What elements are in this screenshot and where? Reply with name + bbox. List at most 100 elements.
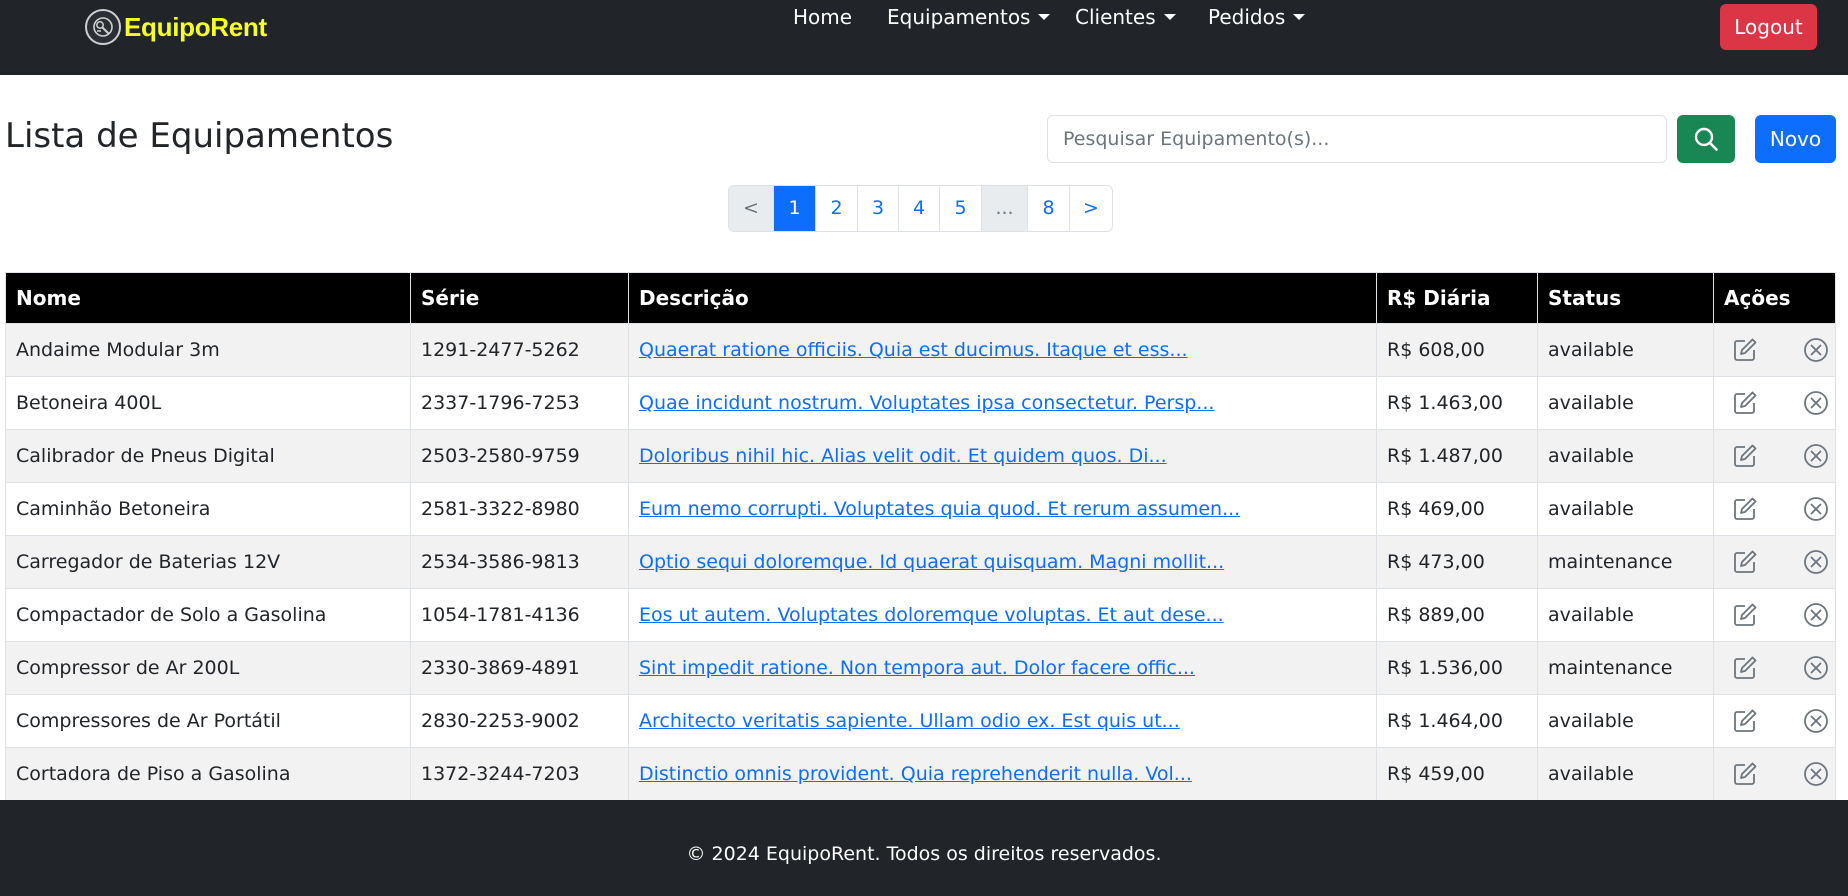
navbar: EquipoRent Home Equipamentos Clientes Pe… [0, 0, 1848, 75]
pagination-next[interactable]: > [1069, 186, 1112, 231]
cell-diaria: R$ 1.464,00 [1376, 694, 1538, 748]
edit-icon[interactable] [1730, 494, 1760, 524]
row-actions [1724, 388, 1828, 418]
edit-icon[interactable] [1730, 547, 1760, 577]
column-header-diaria[interactable]: R$ Diária [1376, 272, 1538, 324]
nav-item-clientes[interactable]: Clientes [1075, 0, 1176, 34]
cell-serie: 2830-2253-9002 [410, 694, 629, 748]
row-actions [1724, 600, 1828, 630]
search-button[interactable] [1677, 115, 1735, 163]
row-actions [1724, 706, 1828, 736]
cell-status: maintenance [1537, 641, 1714, 695]
delete-icon[interactable] [1801, 653, 1831, 683]
pagination-page-3[interactable]: 3 [857, 186, 898, 231]
column-header-descricao[interactable]: Descrição [628, 272, 1377, 324]
cell-nome: Caminhão Betoneira [5, 482, 411, 536]
description-link[interactable]: Distinctio omnis provident. Quia reprehe… [639, 763, 1192, 785]
cell-nome: Compressor de Ar 200L [5, 641, 411, 695]
delete-icon[interactable] [1801, 388, 1831, 418]
caret-down-icon [1293, 14, 1306, 20]
search-input[interactable] [1047, 115, 1667, 163]
footer: © 2024 EquipoRent. Todos os direitos res… [0, 800, 1848, 896]
description-link[interactable]: Architecto veritatis sapiente. Ullam odi… [639, 710, 1180, 732]
description-link[interactable]: Quae incidunt nostrum. Voluptates ipsa c… [639, 392, 1214, 414]
cell-descricao: Distinctio omnis provident. Quia reprehe… [628, 747, 1377, 801]
cell-descricao: Doloribus nihil hic. Alias velit odit. E… [628, 429, 1377, 483]
row-actions [1724, 653, 1828, 683]
pagination-page-4[interactable]: 4 [898, 186, 939, 231]
pagination: < 1 2 3 4 5 ... 8 > [728, 185, 1113, 232]
row-actions [1724, 335, 1828, 365]
cell-descricao: Eos ut autem. Voluptates doloremque volu… [628, 588, 1377, 642]
edit-icon[interactable] [1730, 388, 1760, 418]
cell-acoes [1713, 641, 1836, 695]
cell-descricao: Quae incidunt nostrum. Voluptates ipsa c… [628, 376, 1377, 430]
edit-icon[interactable] [1730, 653, 1760, 683]
description-link[interactable]: Quaerat ratione officiis. Quia est ducim… [639, 339, 1188, 361]
pagination-page-1[interactable]: 1 [773, 186, 815, 231]
delete-icon[interactable] [1801, 335, 1831, 365]
row-actions [1724, 547, 1828, 577]
description-link[interactable]: Eum nemo corrupti. Voluptates quia quod.… [639, 498, 1240, 520]
brand[interactable]: EquipoRent [85, 8, 267, 46]
cell-status: available [1537, 747, 1714, 801]
edit-icon[interactable] [1730, 441, 1760, 471]
nav-item-home[interactable]: Home [793, 0, 852, 34]
delete-icon[interactable] [1801, 547, 1831, 577]
pagination-prev[interactable]: < [729, 186, 773, 231]
cell-diaria: R$ 473,00 [1376, 535, 1538, 589]
description-link[interactable]: Sint impedit ratione. Non tempora aut. D… [639, 657, 1195, 679]
pagination-page-5[interactable]: 5 [939, 186, 981, 231]
nav-item-label: Pedidos [1208, 5, 1286, 29]
cell-serie: 2581-3322-8980 [410, 482, 629, 536]
cell-nome: Compactador de Solo a Gasolina [5, 588, 411, 642]
cell-descricao: Eum nemo corrupti. Voluptates quia quod.… [628, 482, 1377, 536]
table-row: Calibrador de Pneus Digital 2503-2580-975… [5, 429, 1836, 483]
edit-icon[interactable] [1730, 706, 1760, 736]
cell-serie: 2330-3869-4891 [410, 641, 629, 695]
delete-icon[interactable] [1801, 759, 1831, 789]
delete-icon[interactable] [1801, 600, 1831, 630]
edit-icon[interactable] [1730, 335, 1760, 365]
cell-acoes [1713, 482, 1836, 536]
caret-down-icon [1163, 14, 1176, 20]
table-row: Betoneira 400L 2337-1796-7253 Quae incidun… [5, 376, 1836, 430]
nav-item-pedidos[interactable]: Pedidos [1208, 0, 1306, 34]
cell-diaria: R$ 469,00 [1376, 482, 1538, 536]
pagination-page-8[interactable]: 8 [1027, 186, 1069, 231]
column-header-serie[interactable]: Série [410, 272, 629, 324]
table-row: Carregador de Baterias 12V 2534-3586-9813… [5, 535, 1836, 589]
cell-acoes [1713, 429, 1836, 483]
edit-icon[interactable] [1730, 759, 1760, 789]
description-link[interactable]: Eos ut autem. Voluptates doloremque volu… [639, 604, 1224, 626]
table-row: Compressor de Ar 200L 2330-3869-4891 Sint … [5, 641, 1836, 695]
column-header-nome[interactable]: Nome [5, 272, 411, 324]
description-link[interactable]: Optio sequi doloremque. Id quaerat quisq… [639, 551, 1224, 573]
delete-icon[interactable] [1801, 441, 1831, 471]
delete-icon[interactable] [1801, 706, 1831, 736]
cell-status: available [1537, 323, 1714, 377]
column-header-status[interactable]: Status [1537, 272, 1714, 324]
delete-icon[interactable] [1801, 494, 1831, 524]
new-equipment-button[interactable]: Novo [1755, 115, 1836, 163]
cell-status: available [1537, 376, 1714, 430]
cell-serie: 2503-2580-9759 [410, 429, 629, 483]
cell-acoes [1713, 323, 1836, 377]
edit-icon[interactable] [1730, 600, 1760, 630]
search-icon [1694, 127, 1718, 151]
cell-acoes [1713, 747, 1836, 801]
brand-name: EquipoRent [124, 11, 267, 42]
logout-button[interactable]: Logout [1720, 4, 1817, 50]
pagination-page-2[interactable]: 2 [815, 186, 857, 231]
footer-copyright: © 2024 EquipoRent. Todos os direitos res… [686, 843, 1162, 865]
cell-status: maintenance [1537, 535, 1714, 589]
cell-nome: Betoneira 400L [5, 376, 411, 430]
cell-serie: 1291-2477-5262 [410, 323, 629, 377]
description-link[interactable]: Doloribus nihil hic. Alias velit odit. E… [639, 445, 1167, 467]
nav-item-equipamentos[interactable]: Equipamentos [887, 0, 1051, 34]
cell-nome: Compressores de Ar Portátil [5, 694, 411, 748]
cell-acoes [1713, 694, 1836, 748]
cell-status: available [1537, 482, 1714, 536]
cell-serie: 2337-1796-7253 [410, 376, 629, 430]
cell-acoes [1713, 588, 1836, 642]
